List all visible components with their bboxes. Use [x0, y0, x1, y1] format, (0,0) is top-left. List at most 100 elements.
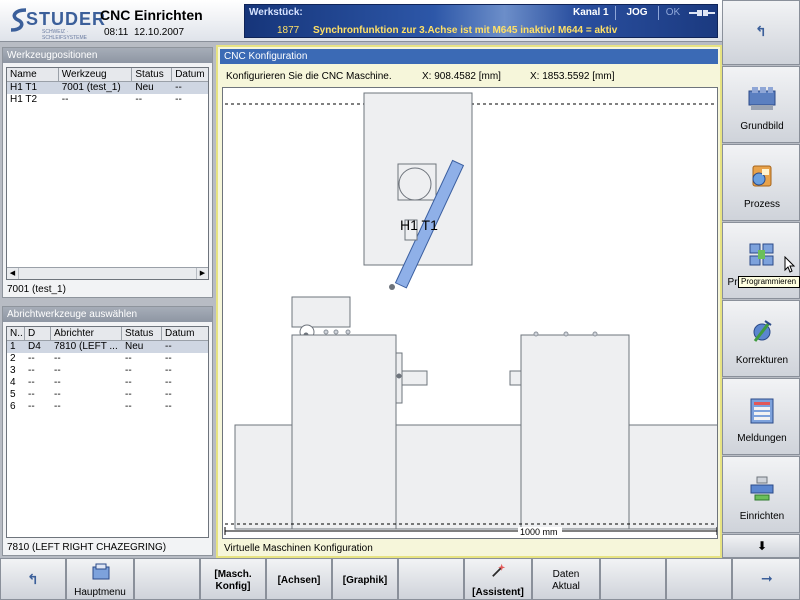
grundbild-button[interactable]: Grundbild	[722, 66, 800, 143]
bottom-back-button[interactable]: ↰	[0, 558, 66, 600]
workhead-center	[401, 370, 428, 386]
cell-name: H1 T1	[10, 82, 38, 93]
cell-status: --	[125, 365, 132, 376]
hauptmenu-button[interactable]: Hauptmenu	[66, 558, 134, 600]
empty-button-2[interactable]	[398, 558, 464, 600]
cell-d: --	[28, 365, 35, 376]
cell-datum: --	[165, 377, 172, 388]
table-row[interactable]: H1 T2 -- -- --	[7, 94, 208, 106]
cnc-panel-title: CNC Konfiguration	[220, 49, 718, 64]
daten-aktual-button[interactable]: Daten Aktual	[532, 558, 600, 600]
scroll-down-button[interactable]: ⬇	[722, 534, 800, 558]
workhead[interactable]	[291, 334, 397, 530]
table-row[interactable]: 4 -- -- -- --	[7, 377, 208, 389]
cell-number: 4	[10, 377, 16, 388]
table-header: Name Werkzeug Status Datum	[7, 68, 208, 82]
assistent-button[interactable]: [Assistent]	[464, 558, 532, 600]
column-header-name[interactable]: Name	[7, 68, 59, 81]
scroll-left-icon[interactable]: ◀	[7, 268, 19, 279]
column-header-datum[interactable]: Datum	[172, 68, 208, 81]
cursor-icon	[784, 256, 796, 273]
column-header-status[interactable]: Status	[122, 327, 162, 340]
grinding-wheel[interactable]	[398, 167, 432, 201]
cell-abrichter: --	[54, 389, 61, 400]
scroll-right-icon[interactable]: ▶	[196, 268, 208, 279]
horizontal-scrollbar[interactable]: ◀ ▶	[7, 267, 208, 279]
mode-indicator[interactable]: JOG	[615, 6, 659, 20]
einrichten-button[interactable]: Einrichten	[722, 456, 800, 533]
achsen-button[interactable]: [Achsen]	[266, 558, 332, 600]
table-row[interactable]: 5 -- -- -- --	[7, 389, 208, 401]
prozess-button[interactable]: Prozess	[722, 144, 800, 221]
prozess-label: Prozess	[743, 199, 781, 210]
channel-indicator[interactable]: Kanal 1	[573, 7, 609, 18]
status-strip: Werkstück: 1877 Synchronfunktion zur 3.A…	[244, 4, 718, 38]
header-bar: STUDER SCHWEIZ · SCHLEIFSYSTEME CNC Einr…	[0, 0, 722, 42]
column-header-number[interactable]: N..	[7, 327, 25, 340]
cnc-instruction: Konfigurieren Sie die CNC Maschine.	[226, 71, 392, 82]
korrekturen-button[interactable]: Korrekturen	[722, 300, 800, 377]
table-row[interactable]: 1 D4 7810 (LEFT ... Neu --	[7, 341, 208, 353]
label-h1t1: H1 T1	[400, 217, 438, 233]
dresser-rows: 1 D4 7810 (LEFT ... Neu -- 2 -- -- -- -- 3 -- -- -- --…	[7, 341, 208, 413]
column-header-werkzeug[interactable]: Werkzeug	[59, 68, 133, 81]
scale-label: 1000 mm	[520, 527, 558, 537]
selected-dresser-text: 7810 (LEFT RIGHT CHAZEGRING)	[7, 542, 167, 553]
hauptmenu-label: Hauptmenu	[74, 587, 126, 598]
masch-konfig-label-1: [Masch.	[214, 569, 252, 580]
column-header-datum[interactable]: Datum	[162, 327, 208, 340]
dresser-unit[interactable]	[291, 296, 351, 328]
tailstock-center	[509, 370, 522, 386]
assistent-icon	[492, 563, 506, 577]
werkstueck-label: Werkstück:	[249, 7, 303, 18]
korrekturen-label: Korrekturen	[735, 355, 789, 366]
cell-d: D4	[28, 341, 41, 352]
dresser-panel: Abrichtwerkzeuge auswählen N.. D Abricht…	[2, 306, 213, 556]
clock-time: 08:11	[104, 27, 129, 38]
plug-icon	[689, 10, 715, 16]
empty-button-1[interactable]	[134, 558, 200, 600]
marker-dot	[345, 329, 351, 335]
column-header-status[interactable]: Status	[132, 68, 173, 81]
marker-dot	[333, 329, 339, 335]
cell-abrichter: --	[54, 377, 61, 388]
machine-diagram: H1 T1 D4	[224, 92, 717, 537]
cell-number: 5	[10, 389, 16, 400]
cell-name: H1 T2	[10, 94, 38, 105]
back-button[interactable]: ↰	[722, 0, 800, 65]
table-row[interactable]: 6 -- -- -- --	[7, 401, 208, 413]
daten-label-2: Aktual	[552, 581, 580, 592]
meldungen-icon	[750, 398, 774, 424]
cell-d: --	[28, 401, 35, 412]
column-header-d[interactable]: D	[25, 327, 51, 340]
app-title: CNC Einrichten	[100, 7, 203, 23]
grundbild-label: Grundbild	[740, 121, 784, 132]
table-row[interactable]: 3 -- -- -- --	[7, 365, 208, 377]
tailstock[interactable]	[520, 334, 630, 530]
cell-datum: --	[165, 341, 172, 352]
cell-datum: --	[165, 389, 172, 400]
graphik-button[interactable]: [Graphik]	[332, 558, 398, 600]
cell-datum: --	[165, 365, 172, 376]
einrichten-icon	[750, 476, 774, 501]
masch-konfig-button[interactable]: [Masch. Konfig]	[200, 558, 266, 600]
empty-button-3[interactable]	[600, 558, 666, 600]
tool-tip-point	[389, 284, 395, 290]
empty-button-4[interactable]	[666, 558, 732, 600]
forward-button[interactable]: ➞	[732, 558, 800, 600]
table-row[interactable]: 2 -- -- -- --	[7, 353, 208, 365]
column-header-abrichter[interactable]: Abrichter	[51, 327, 122, 340]
cell-status: --	[125, 353, 132, 364]
cell-number: 6	[10, 401, 16, 412]
cell-abrichter: --	[54, 401, 61, 412]
cell-status: Neu	[135, 82, 154, 93]
cell-datum: --	[165, 353, 172, 364]
daten-label-1: Daten	[552, 569, 580, 580]
machine-canvas[interactable]: H1 T1 D4	[222, 87, 718, 539]
cell-abrichter: 7810 (LEFT ...	[54, 341, 118, 352]
marker-dot	[533, 331, 539, 337]
table-row[interactable]: H1 T1 7001 (test_1) Neu --	[7, 82, 208, 94]
grundbild-icon	[748, 87, 776, 110]
meldungen-button[interactable]: Meldungen	[722, 378, 800, 455]
cell-werkzeug: 7001 (test_1)	[61, 82, 121, 93]
